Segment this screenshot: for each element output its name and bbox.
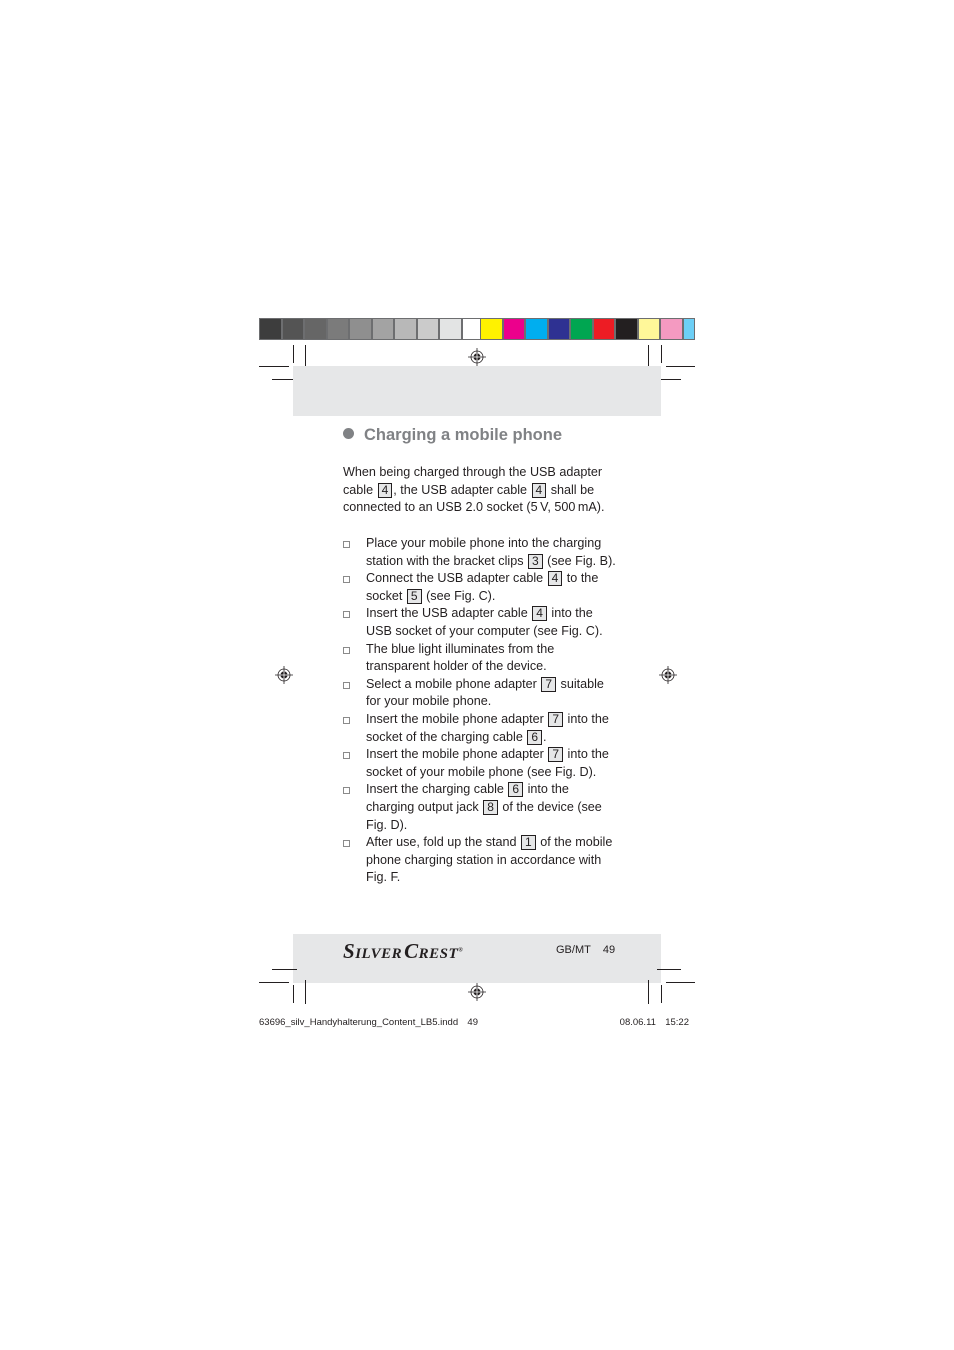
text-run: Insert the USB adapter cable — [366, 606, 532, 621]
crop-mark — [293, 345, 294, 363]
crop-mark — [293, 985, 294, 1003]
crop-mark — [666, 982, 695, 983]
intro-paragraph: When being charged through the USB adapt… — [343, 464, 613, 517]
color-swatch — [570, 318, 593, 340]
crop-mark — [661, 345, 662, 363]
registration-mark-icon — [659, 666, 677, 684]
part-reference-number: 8 — [483, 799, 498, 815]
text-run: (see Fig. C). — [422, 588, 496, 603]
part-reference-number: 7 — [541, 676, 557, 692]
page-footer-info: GB/MT 49 — [556, 944, 615, 956]
gray-swatch — [439, 318, 462, 340]
step-item: Insert the charging cable 6 into the cha… — [343, 781, 618, 834]
text-run: (see Fig. B). — [543, 553, 616, 568]
step-item: Insert the mobile phone adapter 7 into t… — [343, 711, 618, 746]
checkbox-bullet-icon — [343, 611, 350, 619]
checkbox-bullet-icon — [343, 752, 350, 760]
step-item: Place your mobile phone into the chargin… — [343, 535, 618, 570]
part-reference-number: 3 — [528, 553, 543, 569]
color-swatch — [682, 318, 695, 340]
text-run: Insert the charging cable — [366, 782, 508, 797]
part-reference-number: 4 — [531, 482, 547, 498]
color-swatch — [480, 318, 503, 340]
text-run: Insert the mobile phone adapter — [366, 747, 548, 762]
checkbox-bullet-icon — [343, 576, 350, 584]
color-swatch — [547, 318, 570, 340]
step-item: Insert the mobile phone adapter 7 into t… — [343, 746, 618, 781]
text-run: The blue light illuminates from the tran… — [366, 641, 555, 674]
registration-mark-icon — [275, 666, 293, 684]
registered-mark: ® — [458, 947, 464, 954]
crop-mark — [666, 366, 695, 367]
gray-swatch — [326, 318, 349, 340]
step-item: Connect the USB adapter cable 4 to the s… — [343, 570, 618, 605]
color-swatch — [592, 318, 615, 340]
part-reference-number: 4 — [532, 606, 547, 622]
color-swatch — [615, 318, 638, 340]
brand-logo: SILVERCREST® — [343, 939, 463, 964]
crop-mark — [259, 366, 289, 367]
step-item: The blue light illuminates from the tran… — [343, 641, 618, 676]
text-run: Connect the USB adapter cable — [366, 571, 547, 586]
part-reference-number: 7 — [548, 747, 564, 763]
slug-line: 63696_silv_Handyhalterung_Content_LB5.in… — [259, 1017, 689, 1028]
section-heading: Charging a mobile phone — [343, 426, 562, 445]
brand-letter: S — [343, 939, 356, 963]
part-reference-number: 6 — [527, 729, 543, 745]
step-item: Select a mobile phone adapter 7 suitable… — [343, 676, 618, 711]
slug-page: 49 — [467, 1017, 478, 1028]
checkbox-bullet-icon — [343, 716, 350, 724]
text-run: , the USB adapter cable — [393, 482, 531, 497]
crop-mark — [305, 980, 306, 1004]
slug-date: 08.06.11 — [619, 1017, 656, 1028]
gray-swatch — [281, 318, 304, 340]
heading-bullet-icon — [343, 428, 354, 439]
header-band — [293, 366, 661, 416]
heading-text: Charging a mobile phone — [364, 426, 563, 444]
gray-swatch — [394, 318, 417, 340]
crop-mark — [259, 982, 289, 983]
brand-letters: ILVER — [355, 946, 403, 962]
steps-list: Place your mobile phone into the chargin… — [343, 535, 618, 887]
registration-mark-icon — [468, 983, 486, 1001]
gray-swatch — [259, 318, 282, 340]
part-reference-number: 5 — [406, 588, 422, 604]
color-swatch — [637, 318, 660, 340]
checkbox-bullet-icon — [343, 681, 350, 689]
footer-band: SILVERCREST® GB/MT 49 — [293, 934, 661, 983]
color-swatch — [525, 318, 548, 340]
part-reference-number: 1 — [521, 835, 536, 851]
color-swatch — [502, 318, 525, 340]
crop-mark — [648, 980, 649, 1004]
text-run: . — [543, 729, 547, 744]
part-reference-number: 7 — [548, 711, 564, 727]
locale-label: GB/MT — [556, 944, 591, 956]
gray-swatch — [349, 318, 372, 340]
color-swatch — [660, 318, 683, 340]
checkbox-bullet-icon — [343, 787, 350, 795]
slug-time: 15:22 — [665, 1017, 689, 1028]
brand-letters: REST — [418, 946, 459, 962]
part-reference-number: 4 — [377, 482, 393, 498]
text-run: After use, fold up the stand — [366, 835, 521, 850]
crop-mark — [272, 969, 297, 970]
gray-swatch — [304, 318, 327, 340]
text-run: Select a mobile phone adapter — [366, 676, 541, 691]
gray-swatch — [416, 318, 439, 340]
brand-letter: C — [404, 939, 419, 963]
gray-swatch — [371, 318, 394, 340]
slug-filename: 63696_silv_Handyhalterung_Content_LB5.in… — [259, 1017, 459, 1028]
crop-mark — [657, 969, 681, 970]
page-number: 49 — [602, 944, 616, 956]
step-item: After use, fold up the stand 1 of the mo… — [343, 834, 618, 887]
registration-mark-icon — [468, 348, 486, 366]
step-item: Insert the USB adapter cable 4 into the … — [343, 605, 618, 640]
text-run: Insert the mobile phone adapter — [366, 711, 548, 726]
part-reference-number: 6 — [508, 782, 524, 798]
checkbox-bullet-icon — [343, 541, 350, 548]
checkbox-bullet-icon — [343, 840, 350, 848]
part-reference-number: 4 — [547, 571, 563, 587]
checkbox-bullet-icon — [343, 646, 350, 654]
crop-mark — [661, 985, 662, 1003]
